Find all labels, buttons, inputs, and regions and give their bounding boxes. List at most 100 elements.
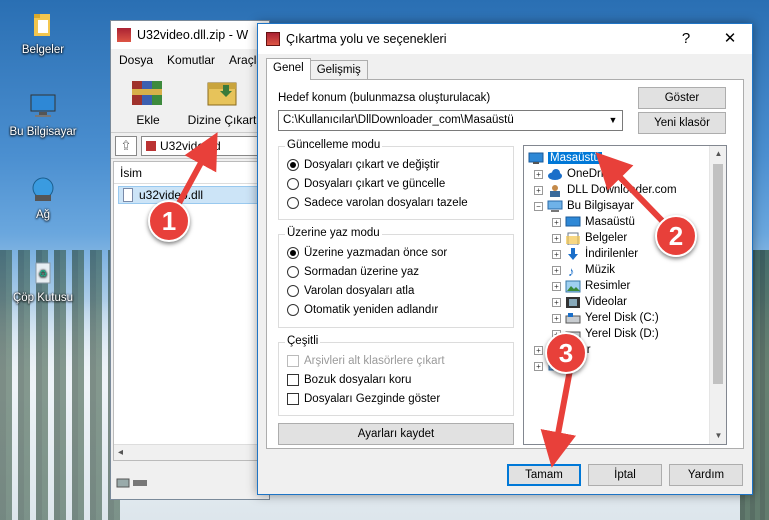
download-icon	[565, 247, 581, 261]
tree-item-videos[interactable]: + Videolar	[552, 294, 627, 310]
radio-auto-rename[interactable]: Otomatik yeniden adlandır	[287, 304, 438, 316]
desktop-icon-label: Belgeler	[21, 44, 65, 56]
new-folder-button[interactable]: Yeni klasör	[638, 112, 726, 134]
svg-text:♻: ♻	[39, 269, 48, 280]
recycle-bin-icon: ♻	[26, 258, 60, 288]
winrar-icon	[117, 28, 131, 42]
up-folder-button[interactable]: ⮸	[115, 135, 137, 156]
tree-item-label: Videolar	[585, 296, 627, 308]
winrar-menu-bar: Dosya Komutlar Araçla	[111, 49, 269, 71]
radio-overwrite-without-prompt[interactable]: Sormadan üzerine yaz	[287, 266, 419, 278]
status-bar-icons	[115, 477, 155, 491]
menu-file[interactable]: Dosya	[119, 53, 153, 67]
extract-to-button[interactable]: Dizine Çıkart	[185, 75, 259, 128]
scroll-thumb[interactable]	[713, 164, 723, 384]
option-label: Otomatik yeniden adlandır	[304, 304, 439, 316]
show-button[interactable]: Göster	[638, 87, 726, 109]
radio-button[interactable]	[287, 178, 299, 190]
destination-path-combo[interactable]: C:\Kullanıcılar\DllDownloader_com\Masaüs…	[278, 110, 623, 131]
radio-extract-update[interactable]: Dosyaları çıkart ve güncelle	[287, 178, 445, 190]
dialog-title: Çıkartma yolu ve seçenekleri	[286, 32, 447, 46]
option-label: Dosyaları çıkart ve güncelle	[304, 178, 446, 190]
cancel-button[interactable]: İptal	[588, 464, 662, 486]
ok-button[interactable]: Tamam	[507, 464, 581, 486]
menu-commands[interactable]: Komutlar	[167, 53, 215, 67]
desktop-icon-this-pc[interactable]: Bu Bilgisayar	[3, 92, 83, 138]
tree-item-label: Yerel Disk (D:)	[585, 328, 659, 340]
checkbox	[287, 355, 299, 367]
file-list[interactable]: İsim u32video.dll ◂	[113, 161, 267, 461]
extract-to-icon	[202, 75, 242, 111]
desktop-icon-network[interactable]: Ağ	[3, 175, 83, 221]
checkbox[interactable]	[287, 393, 299, 405]
tree-item-desktop[interactable]: Masaüstü	[528, 150, 602, 166]
radio-button[interactable]	[287, 304, 299, 316]
scroll-up-icon[interactable]: ▲	[710, 146, 726, 162]
radio-ask-before-overwrite[interactable]: Üzerine yazmadan önce sor	[287, 247, 447, 259]
expand-icon[interactable]: +	[552, 249, 561, 259]
radio-button[interactable]	[287, 197, 299, 209]
tree-item-pictures[interactable]: + Resimler	[552, 278, 630, 294]
collapse-icon[interactable]: −	[534, 201, 543, 211]
tree-item-pc-desktop[interactable]: + Masaüstü	[552, 214, 635, 230]
tree-item-label: OneDrive	[567, 168, 616, 180]
checkbox-keep-broken-files[interactable]: Bozuk dosyaları koru	[287, 374, 411, 386]
scroll-down-icon[interactable]: ▼	[710, 428, 726, 444]
expand-icon[interactable]: +	[552, 281, 561, 291]
expand-icon[interactable]: +	[534, 361, 543, 371]
step-marker-3: 3	[545, 332, 587, 374]
expand-icon[interactable]: +	[552, 265, 561, 275]
tree-item-downloads[interactable]: + İndirilenler	[552, 246, 638, 262]
tree-item-label: Belgeler	[585, 232, 628, 244]
step-marker-1: 1	[148, 200, 190, 242]
folder-icon	[26, 10, 60, 40]
expand-icon[interactable]: +	[552, 217, 561, 227]
checkbox-show-in-explorer[interactable]: Dosyaları Gezginde göster	[287, 393, 440, 405]
radio-skip-existing[interactable]: Varolan dosyaları atla	[287, 285, 414, 297]
expand-icon[interactable]: +	[534, 185, 543, 195]
folder-tree[interactable]: Masaüstü + OneDrive + DLL Downloader.com…	[523, 145, 727, 445]
help-button[interactable]: Yardım	[669, 464, 743, 486]
tab-advanced[interactable]: Gelişmiş	[309, 60, 368, 80]
radio-button[interactable]	[287, 159, 299, 171]
expand-icon[interactable]: +	[534, 345, 543, 355]
computer-icon	[26, 92, 60, 122]
tree-item-user[interactable]: + DLL Downloader.com	[534, 182, 677, 198]
checkbox-extract-to-subfolders: Arşivleri alt klasörlere çıkart	[287, 355, 445, 367]
tree-scrollbar[interactable]: ▲ ▼	[709, 146, 726, 444]
archive-path[interactable]: U32video.d	[141, 135, 265, 156]
expand-icon[interactable]: +	[534, 169, 543, 179]
tree-item-music[interactable]: + ♪ Müzik	[552, 262, 615, 279]
checkbox[interactable]	[287, 374, 299, 386]
radio-button[interactable]	[287, 285, 299, 297]
radio-extract-replace[interactable]: Dosyaları çıkart ve değiştir	[287, 159, 440, 171]
tree-item-drive-c[interactable]: + Yerel Disk (C:)	[552, 310, 659, 326]
option-label: Varolan dosyaları atla	[304, 285, 415, 297]
step-marker-2: 2	[655, 215, 697, 257]
column-header-name[interactable]: İsim	[114, 162, 266, 184]
tab-general[interactable]: Genel	[266, 58, 311, 80]
expand-icon[interactable]: +	[552, 313, 561, 323]
tree-item-onedrive[interactable]: + OneDrive	[534, 166, 616, 182]
file-row[interactable]: u32video.dll	[118, 186, 262, 204]
extract-dialog: Çıkartma yolu ve seçenekleri ? ✕ Genel G…	[257, 23, 753, 495]
expand-icon[interactable]: +	[552, 297, 561, 307]
chevron-down-icon[interactable]: ▼	[604, 111, 622, 130]
tree-item-label: İndirilenler	[585, 248, 639, 260]
close-button[interactable]: ✕	[708, 24, 752, 54]
tree-item-this-pc[interactable]: − Bu Bilgisayar	[534, 198, 634, 214]
radio-freshen-existing[interactable]: Sadece varolan dosyaları tazele	[287, 197, 468, 209]
horizontal-scrollbar[interactable]: ◂	[114, 444, 266, 460]
desktop-icon-recycle-bin[interactable]: ♻ Çöp Kutusu	[3, 258, 83, 304]
tree-item-documents[interactable]: + Belgeler	[552, 230, 627, 246]
save-settings-button[interactable]: Ayarları kaydet	[278, 423, 514, 445]
destination-path-value: C:\Kullanıcılar\DllDownloader_com\Masaüs…	[283, 114, 514, 126]
option-label: Bozuk dosyaları koru	[304, 374, 412, 386]
desktop-icon-documents[interactable]: Belgeler	[3, 10, 83, 56]
help-title-button[interactable]: ?	[664, 24, 708, 54]
expand-icon[interactable]: +	[552, 233, 561, 243]
dialog-tabs: Genel Gelişmiş	[266, 58, 368, 80]
radio-button[interactable]	[287, 247, 299, 259]
add-button[interactable]: Ekle	[119, 75, 177, 128]
radio-button[interactable]	[287, 266, 299, 278]
